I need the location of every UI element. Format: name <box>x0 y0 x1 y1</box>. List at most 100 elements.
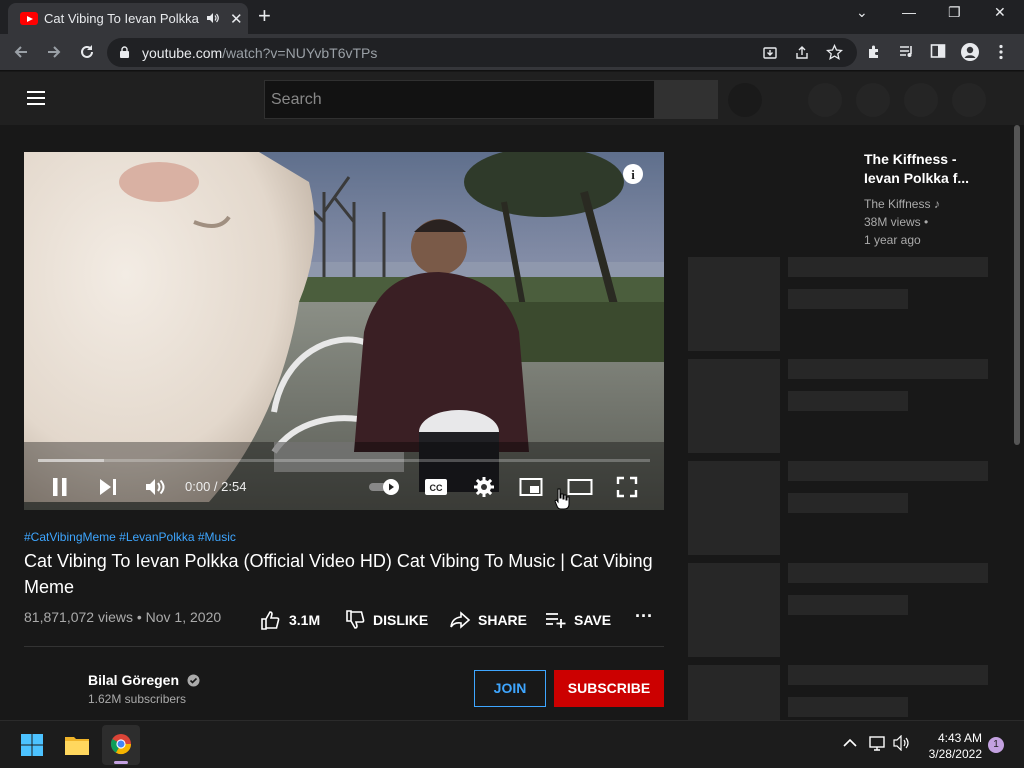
skeleton-line <box>788 289 908 309</box>
skeleton-line <box>788 493 908 513</box>
minimize-button[interactable]: — <box>902 4 916 20</box>
browser-toolbar: youtube.com/watch?v=NUYvbT6vTPs <box>0 34 1024 71</box>
recommended-channel[interactable]: The Kiffness ♪ <box>864 197 940 211</box>
divider <box>24 646 664 647</box>
join-button[interactable]: JOIN <box>474 670 546 707</box>
subscribe-button[interactable]: SUBSCRIBE <box>554 670 664 707</box>
bookmark-star-icon[interactable] <box>826 44 843 61</box>
theater-mode-icon[interactable] <box>567 477 593 497</box>
install-app-icon[interactable] <box>762 45 778 61</box>
channel-name-text: Bilal Göregen <box>88 672 180 688</box>
url-path: /watch?v=NUYvbT6vTPs <box>222 45 378 61</box>
create-button-placeholder[interactable] <box>808 83 842 117</box>
volume-icon[interactable] <box>145 477 167 497</box>
closed-captions-icon[interactable]: CC <box>424 478 448 496</box>
chrome-icon <box>110 734 132 755</box>
youtube-masthead: Search <box>0 72 1024 125</box>
restore-button[interactable]: ❐ <box>948 4 961 21</box>
search-placeholder: Search <box>271 91 322 108</box>
save-label: SAVE <box>574 612 612 628</box>
share-arrow-icon <box>450 611 471 629</box>
svg-text:i: i <box>631 167 635 182</box>
lock-icon[interactable] <box>119 46 130 59</box>
skeleton-line <box>788 359 988 379</box>
thumbs-up-icon <box>261 611 280 630</box>
running-indicator <box>114 761 128 764</box>
tab-audio-playing-icon[interactable] <box>206 11 220 25</box>
forward-arrow-icon[interactable] <box>45 43 63 61</box>
clock-date: 3/28/2022 <box>928 747 982 761</box>
skeleton-line <box>788 563 988 583</box>
share-icon[interactable] <box>794 45 810 61</box>
video-player[interactable]: i 0:00 / 2:54 CC <box>24 152 664 510</box>
mouse-pointer-hand-icon <box>554 488 570 510</box>
subscriber-count: 1.62M subscribers <box>88 692 187 706</box>
skeleton-thumbnail <box>688 563 780 657</box>
account-avatar-placeholder[interactable] <box>952 83 986 117</box>
search-button[interactable] <box>655 80 718 119</box>
autoplay-toggle-icon[interactable] <box>368 478 402 496</box>
show-hidden-icons-chevron-icon[interactable] <box>843 738 857 748</box>
browser-tab-active[interactable]: Cat Vibing To Ievan Polkka (C ✕ <box>8 3 248 34</box>
dislike-label: DISLIKE <box>373 612 429 628</box>
tab-title: Cat Vibing To Ievan Polkka (C <box>44 11 202 26</box>
chrome-taskbar-button[interactable] <box>102 725 140 765</box>
address-bar[interactable]: youtube.com/watch?v=NUYvbT6vTPs <box>107 38 857 67</box>
notifications-button-placeholder[interactable] <box>904 83 938 117</box>
settings-gear-icon[interactable] <box>473 476 495 498</box>
windows-taskbar: 4:43 AM 3/28/2022 1 <box>0 720 1024 768</box>
file-explorer-icon[interactable] <box>64 733 90 757</box>
video-hashtags[interactable]: #CatVibingMeme #LevanPolkka #Music <box>24 530 236 544</box>
like-count: 3.1M <box>289 612 321 628</box>
profile-avatar-icon[interactable] <box>960 42 980 62</box>
next-video-icon[interactable] <box>98 478 118 496</box>
url-host: youtube.com <box>142 45 223 61</box>
back-arrow-icon[interactable] <box>12 43 30 61</box>
share-label: SHARE <box>478 612 528 628</box>
side-panel-icon[interactable] <box>930 43 946 59</box>
tab-close-icon[interactable]: ✕ <box>230 10 243 28</box>
reload-icon[interactable] <box>78 43 96 61</box>
view-count-date: 81,871,072 views • Nov 1, 2020 <box>24 609 222 625</box>
verified-badge-icon <box>187 674 200 687</box>
close-window-button[interactable]: ✕ <box>994 4 1006 21</box>
buffered-bar <box>38 459 104 462</box>
notification-badge[interactable]: 1 <box>988 737 1004 753</box>
fullscreen-icon[interactable] <box>616 476 638 498</box>
more-actions-button[interactable]: ··· <box>635 606 653 627</box>
skeleton-line <box>788 391 908 411</box>
system-clock[interactable]: 4:43 AM 3/28/2022 <box>922 731 982 761</box>
network-icon[interactable] <box>869 735 887 751</box>
new-tab-button[interactable]: + <box>258 5 271 27</box>
skeleton-line <box>788 595 908 615</box>
thumbs-down-icon <box>346 610 365 629</box>
media-queue-icon[interactable] <box>898 43 915 60</box>
skeleton-thumbnail <box>688 359 780 453</box>
search-input[interactable]: Search <box>264 80 655 119</box>
tab-search-chevron-icon[interactable]: ⌄ <box>856 4 868 21</box>
playlist-add-icon <box>546 613 566 628</box>
time-display: 0:00 / 2:54 <box>185 479 247 494</box>
youtube-favicon-icon <box>20 12 38 25</box>
extensions-puzzle-icon[interactable] <box>866 43 883 60</box>
hamburger-menu-icon[interactable] <box>26 90 46 106</box>
pause-icon[interactable] <box>51 477 69 497</box>
recommended-views: 38M views • <box>864 215 929 229</box>
skeleton-line <box>788 665 988 685</box>
skeleton-thumbnail <box>688 665 780 720</box>
windows-start-icon[interactable] <box>20 733 44 757</box>
recommended-video-title[interactable]: The Kiffness - Ievan Polkka f... <box>864 150 994 188</box>
channel-name[interactable]: Bilal Göregen <box>88 672 200 688</box>
volume-tray-icon[interactable] <box>893 735 911 751</box>
progress-bar[interactable] <box>38 459 650 462</box>
svg-text:CC: CC <box>430 483 443 493</box>
miniplayer-icon[interactable] <box>519 477 543 497</box>
recommended-age: 1 year ago <box>864 233 921 247</box>
chrome-menu-icon[interactable] <box>996 43 1006 61</box>
clock-time: 4:43 AM <box>937 731 982 745</box>
page-scrollbar-thumb[interactable] <box>1014 125 1020 445</box>
apps-button-placeholder[interactable] <box>856 83 890 117</box>
watch-page: i 0:00 / 2:54 CC #CatVibingMeme #LevanPo… <box>0 125 1024 720</box>
skeleton-line <box>788 257 988 277</box>
voice-search-button-placeholder[interactable] <box>728 83 762 117</box>
